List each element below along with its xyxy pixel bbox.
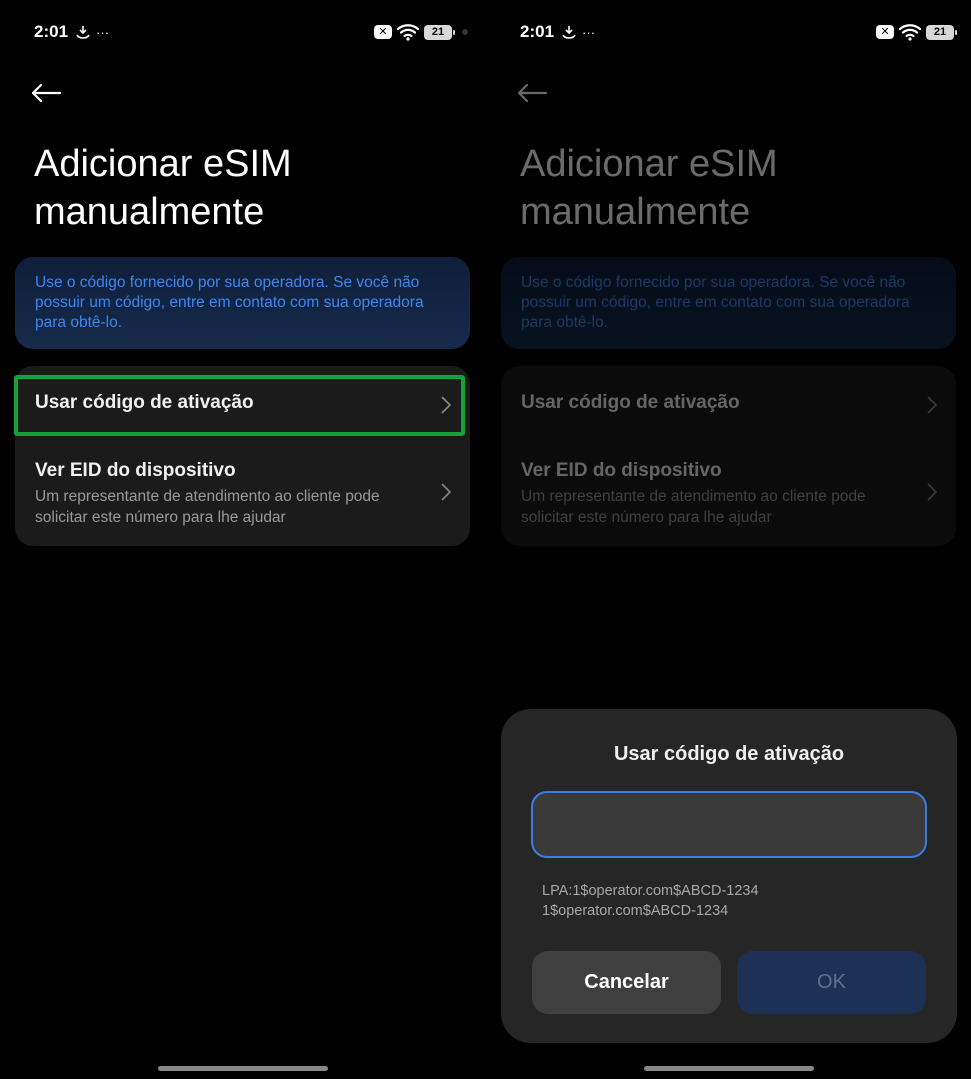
chevron-right-icon	[927, 396, 938, 414]
home-indicator[interactable]	[644, 1066, 814, 1071]
page-title: Adicionar eSIM manualmente	[34, 143, 292, 233]
item-subtitle: Um representante de atendimento ao clien…	[521, 488, 866, 526]
input-hint: LPA:1$operator.com$ABCD-1234 1$operator.…	[542, 881, 759, 921]
use-activation-code-item[interactable]: Usar código de ativação	[501, 376, 956, 434]
more-notifications-icon: ···	[96, 24, 110, 40]
screen-right: 2:01 ··· ✕ 21 Adicionar eSIM manualmente…	[486, 0, 971, 1079]
battery-icon: 21	[424, 24, 455, 40]
back-button[interactable]	[516, 76, 556, 110]
no-sim-icon: ✕	[876, 25, 894, 39]
info-card: Use o código fornecido por sua operadora…	[501, 257, 956, 349]
screen-left: 2:01 ··· ✕ 21 Adicionar eSIM manualmente…	[0, 0, 486, 1079]
download-icon	[76, 26, 90, 39]
status-bar: 2:01 ··· ✕ 21	[34, 18, 468, 46]
activation-code-dialog: Usar código de ativação LPA:1$operator.c…	[501, 709, 957, 1043]
home-indicator[interactable]	[158, 1066, 328, 1071]
use-activation-code-item[interactable]: Usar código de ativação	[15, 376, 470, 434]
download-icon	[562, 26, 576, 39]
wifi-icon	[396, 24, 420, 41]
status-bar: 2:01 ··· ✕ 21	[520, 18, 957, 46]
chevron-right-icon	[441, 483, 452, 501]
hint-line-2: 1$operator.com$ABCD-1234	[542, 903, 729, 919]
dialog-title: Usar código de ativação	[613, 743, 845, 765]
view-eid-item[interactable]: Ver EID do dispositivo Um representante …	[501, 444, 956, 544]
view-eid-item[interactable]: Ver EID do dispositivo Um representante …	[15, 444, 470, 544]
activation-code-input[interactable]	[531, 791, 927, 858]
item-title: Usar código de ativação	[521, 392, 740, 413]
page-title: Adicionar eSIM manualmente	[520, 143, 778, 233]
battery-icon: 21	[926, 24, 957, 40]
cancel-button[interactable]: Cancelar	[532, 951, 721, 1014]
back-arrow-icon	[31, 83, 62, 103]
back-arrow-icon	[517, 83, 548, 103]
back-button[interactable]	[30, 76, 70, 110]
options-list: Usar código de ativação Ver EID do dispo…	[501, 366, 956, 546]
item-subtitle: Um representante de atendimento ao clien…	[35, 488, 380, 526]
hint-line-1: LPA:1$operator.com$ABCD-1234	[542, 883, 759, 899]
info-text: Use o código fornecido por sua operadora…	[35, 274, 424, 331]
no-sim-icon: ✕	[374, 25, 392, 39]
chevron-right-icon	[441, 396, 452, 414]
item-title: Usar código de ativação	[35, 392, 254, 413]
chevron-right-icon	[927, 483, 938, 501]
status-time: 2:01	[520, 22, 555, 41]
options-list: Usar código de ativação Ver EID do dispo…	[15, 366, 470, 546]
info-card: Use o código fornecido por sua operadora…	[15, 257, 470, 349]
info-text: Use o código fornecido por sua operadora…	[521, 274, 910, 331]
item-title: Ver EID do dispositivo	[35, 460, 236, 481]
item-title: Ver EID do dispositivo	[521, 460, 722, 481]
wifi-icon	[898, 24, 922, 41]
more-notifications-icon: ···	[582, 24, 596, 40]
status-time: 2:01	[34, 22, 69, 41]
camera-dot-icon	[462, 29, 468, 35]
ok-button[interactable]: OK	[737, 951, 926, 1014]
